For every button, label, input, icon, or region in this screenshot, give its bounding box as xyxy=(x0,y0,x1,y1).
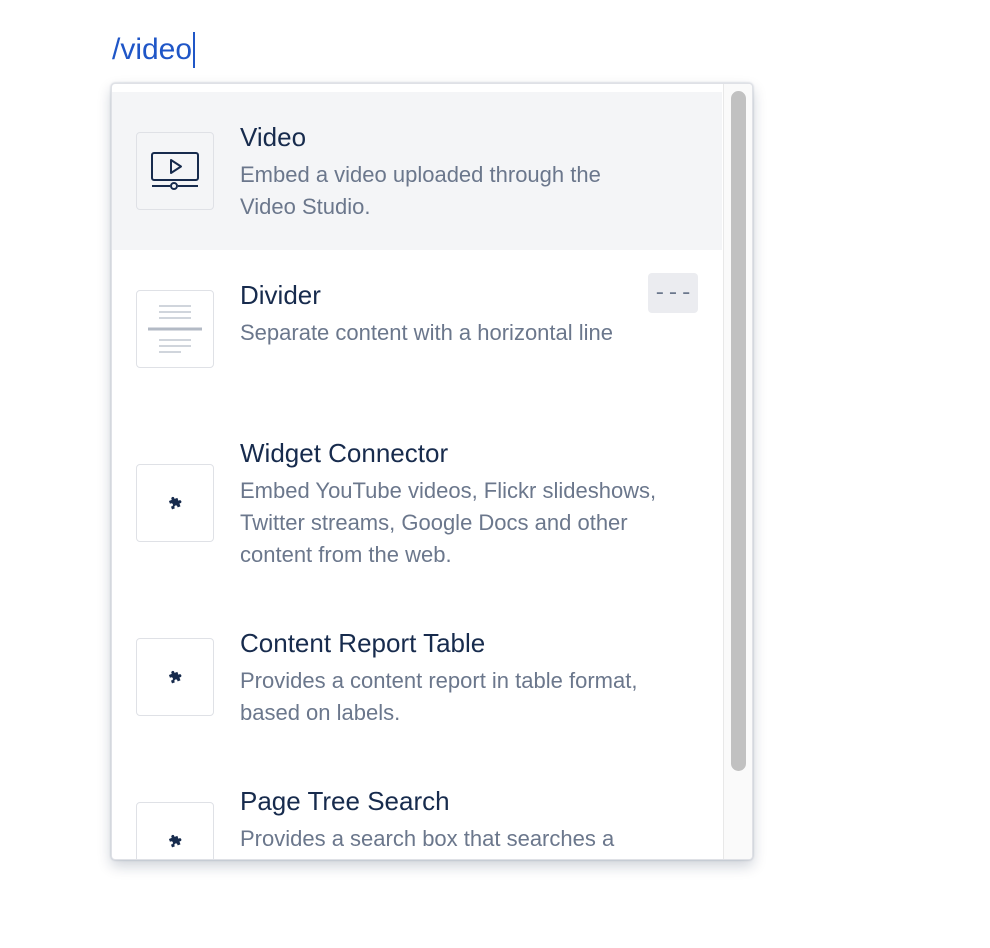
menu-item-title: Page Tree Search xyxy=(240,786,450,816)
menu-item-description: Embed YouTube videos, Flickr slideshows,… xyxy=(240,478,657,567)
menu-item-description: Provides a search box that searches a xyxy=(240,826,615,851)
menu-item-title: Content Report Table xyxy=(240,628,486,658)
scrollbar-track[interactable] xyxy=(723,84,752,859)
video-player-icon xyxy=(151,152,199,190)
keyboard-shortcut-badge: --- xyxy=(648,273,698,313)
divider-icon xyxy=(148,305,202,353)
puzzle-piece-icon xyxy=(168,670,182,684)
menu-item-thumbnail xyxy=(136,802,214,859)
insert-menu-popup: Video Embed a video uploaded through the… xyxy=(111,83,753,860)
menu-item-thumbnail xyxy=(136,290,214,368)
text-caret xyxy=(193,32,196,68)
menu-item-thumbnail xyxy=(136,638,214,716)
menu-item-title: Video xyxy=(240,122,307,152)
menu-item-description: Separate content with a horizontal line xyxy=(240,320,614,345)
menu-item-content-report-table[interactable]: Content Report Table Provides a content … xyxy=(112,598,722,756)
menu-item-page-tree-search[interactable]: Page Tree Search Provides a search box t… xyxy=(112,756,722,859)
scrollbar-thumb[interactable] xyxy=(731,91,746,771)
puzzle-piece-icon xyxy=(168,834,182,848)
menu-item-thumbnail xyxy=(136,464,214,542)
menu-item-description: Embed a video uploaded through the Video… xyxy=(240,162,601,219)
menu-item-divider[interactable]: Divider Separate content with a horizont… xyxy=(112,250,722,408)
puzzle-piece-icon xyxy=(168,496,182,510)
menu-item-widget-connector[interactable]: Widget Connector Embed YouTube videos, F… xyxy=(112,408,722,598)
slash-command-text[interactable]: /video xyxy=(112,30,192,70)
menu-item-title: Divider xyxy=(240,280,321,310)
insert-menu-list: Video Embed a video uploaded through the… xyxy=(112,92,722,859)
menu-item-description: Provides a content report in table forma… xyxy=(240,668,638,725)
menu-item-thumbnail xyxy=(136,132,214,210)
menu-item-video[interactable]: Video Embed a video uploaded through the… xyxy=(112,92,722,250)
editor-line[interactable]: /video xyxy=(112,30,196,70)
menu-item-title: Widget Connector xyxy=(240,438,449,468)
